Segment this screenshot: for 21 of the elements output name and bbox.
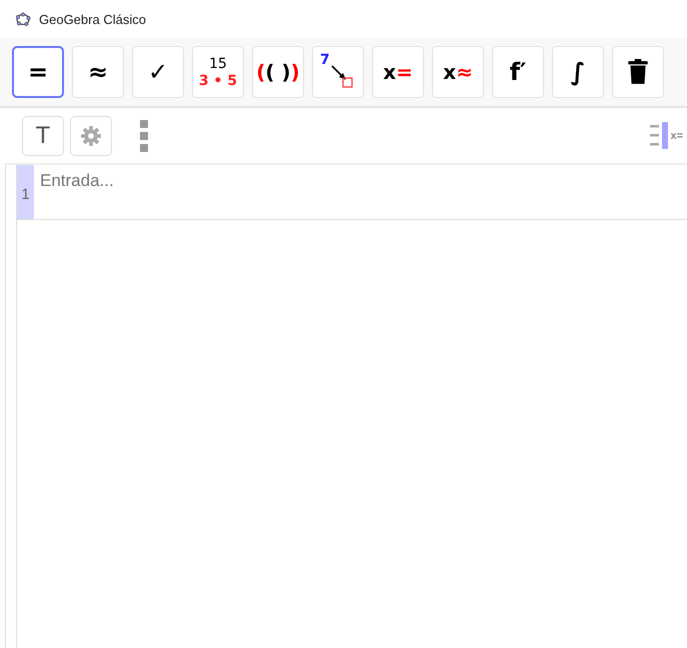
settings-button[interactable] xyxy=(70,116,112,156)
toolbar-button[interactable]: ≈ xyxy=(72,46,124,98)
app-logo-icon xyxy=(15,11,31,27)
toolbar-button[interactable]: 7 xyxy=(312,46,364,98)
view-toggle-button[interactable]: x= xyxy=(650,122,687,149)
row-number: 1 xyxy=(17,165,34,219)
toolbar-button[interactable]: 15 3 • 5 xyxy=(192,46,244,98)
toolbar-button[interactable]: f′ xyxy=(492,46,544,98)
delete-button[interactable] xyxy=(612,46,664,98)
window-title: GeoGebra Clásico xyxy=(39,12,146,26)
toolbar-button[interactable]: (( )) xyxy=(252,46,304,98)
more-menu-icon[interactable] xyxy=(140,120,148,152)
toolbar-button[interactable]: x≈ xyxy=(432,46,484,98)
settings-icon xyxy=(80,124,102,146)
trash-icon xyxy=(627,59,649,85)
toolbar-button[interactable]: x= xyxy=(372,46,424,98)
lines-icon xyxy=(650,124,660,148)
toolbar-button[interactable]: = xyxy=(12,46,64,98)
toolbar-button[interactable]: ✓ xyxy=(132,46,184,98)
text-style-button[interactable]: T xyxy=(22,116,64,156)
toolbar-button[interactable]: ∫ xyxy=(552,46,604,98)
